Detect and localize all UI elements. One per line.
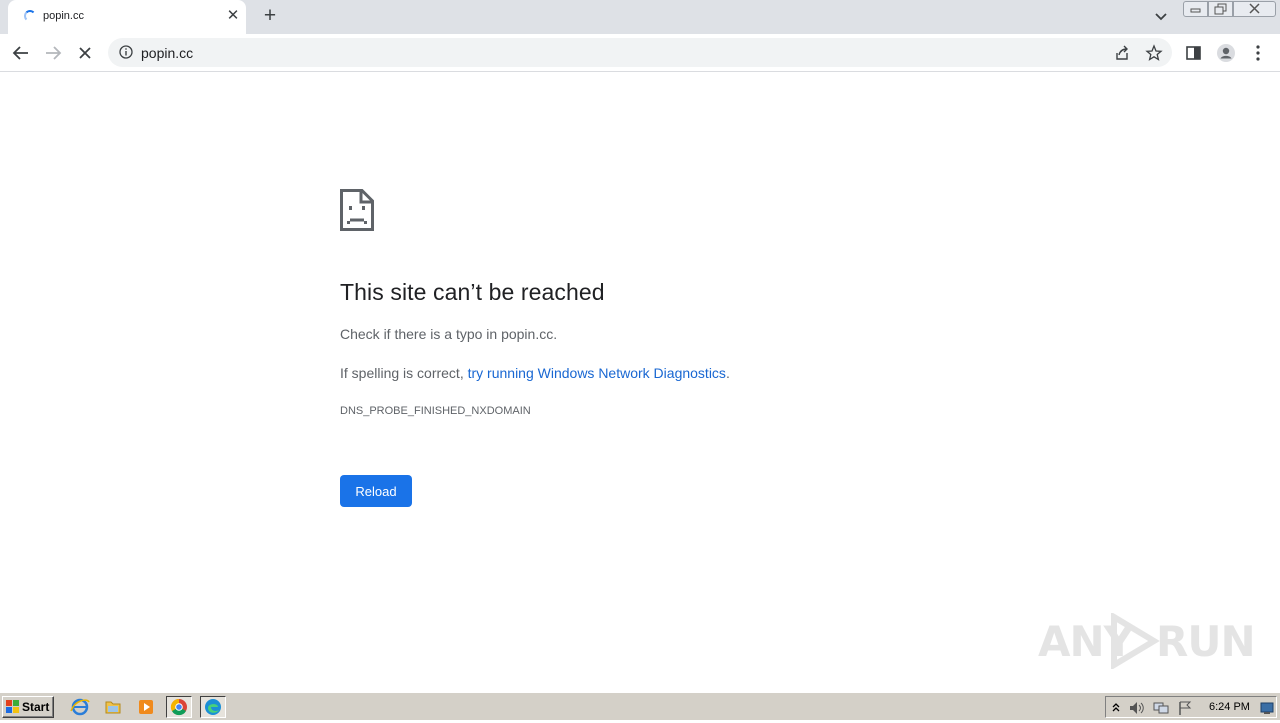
profile-avatar-icon[interactable] (1216, 43, 1236, 63)
arrow-right-icon (46, 46, 62, 60)
minimize-button[interactable] (1183, 1, 1208, 17)
chrome-icon (170, 698, 187, 716)
url-text[interactable]: popin.cc (141, 45, 193, 61)
restore-icon (1214, 3, 1227, 15)
taskbar-ie[interactable] (67, 696, 93, 718)
arrow-left-icon (12, 46, 28, 60)
reload-button[interactable]: Reload (340, 475, 412, 507)
minimize-icon (1190, 8, 1201, 13)
loading-spinner-icon (24, 10, 36, 22)
anyrun-watermark: ANY RUN (1038, 609, 1256, 671)
watermark-right-text: RUN (1156, 617, 1256, 666)
spelling-prefix-text: If spelling is correct, (340, 365, 468, 381)
tab-popin[interactable]: popin.cc ✕ (8, 0, 246, 34)
chevron-up-icon[interactable] (1110, 700, 1122, 714)
address-bar[interactable]: popin.cc (108, 38, 1172, 67)
taskbar-explorer[interactable] (100, 696, 126, 718)
bookmark-star-icon[interactable] (1145, 44, 1163, 62)
media-player-icon (139, 700, 153, 714)
taskbar-chrome[interactable] (166, 696, 192, 718)
taskbar-media-player[interactable] (133, 696, 159, 718)
typo-hint-text: Check if there is a typo in popin.cc. (340, 326, 558, 342)
browser-toolbar: popin.cc (0, 34, 1280, 72)
start-button[interactable]: Start (2, 696, 54, 718)
close-icon (1249, 3, 1260, 14)
start-label: Start (22, 700, 50, 714)
os-taskbar: Start 6:24 PM (0, 692, 1280, 720)
forward-button[interactable] (40, 40, 66, 66)
info-icon[interactable] (119, 45, 133, 59)
internet-explorer-icon (70, 698, 90, 716)
new-tab-button[interactable]: + (258, 5, 282, 29)
tab-strip: popin.cc ✕ + (0, 0, 1280, 34)
show-desktop-icon[interactable] (1260, 701, 1274, 715)
close-icon (79, 47, 91, 59)
action-center-flag-icon[interactable] (1176, 700, 1194, 716)
side-panel-icon[interactable] (1184, 43, 1204, 63)
folder-icon (105, 701, 121, 714)
speaker-icon[interactable] (1128, 700, 1146, 716)
share-icon[interactable] (1113, 44, 1131, 62)
taskbar-edge[interactable] (200, 696, 226, 718)
network-icon[interactable] (1152, 700, 1170, 716)
back-button[interactable] (8, 40, 34, 66)
error-heading: This site can’t be reached (340, 279, 605, 305)
restore-button[interactable] (1208, 1, 1233, 17)
taskbar-clock[interactable]: 6:24 PM (1209, 701, 1250, 713)
network-diagnostics-link[interactable]: try running Windows Network Diagnostics (468, 365, 726, 381)
windows-logo-icon (6, 700, 19, 713)
edge-icon (205, 699, 221, 715)
stop-loading-button[interactable] (72, 40, 98, 66)
tab-search-button[interactable] (1150, 7, 1172, 27)
spelling-suffix-text: . (725, 365, 730, 381)
chevron-down-icon (1155, 13, 1167, 21)
error-code: DNS_PROBE_FINISHED_NXDOMAIN (340, 405, 531, 417)
system-tray: 6:24 PM (1105, 696, 1277, 718)
tab-close-button[interactable]: ✕ (224, 7, 242, 25)
page-content: This site can’t be reached Check if ther… (0, 72, 1280, 692)
play-logo-icon (1111, 613, 1160, 669)
more-menu-icon[interactable] (1248, 43, 1268, 63)
diagnostics-hint: If spelling is correct, try running Wind… (340, 365, 730, 381)
sad-page-icon (340, 189, 374, 231)
tab-title: popin.cc (43, 10, 84, 22)
close-window-button[interactable] (1233, 1, 1276, 17)
